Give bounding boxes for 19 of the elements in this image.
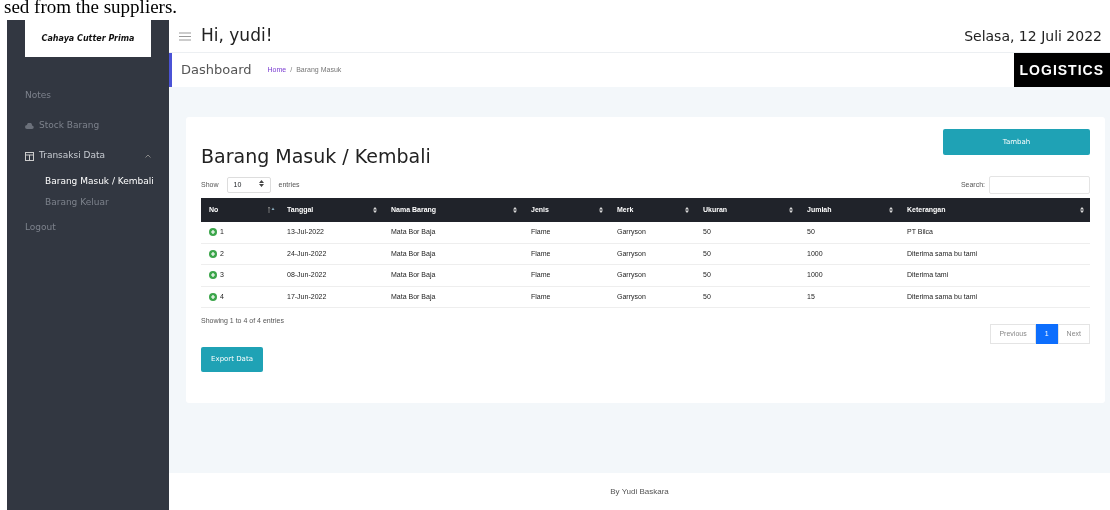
expand-icon[interactable] — [209, 271, 217, 280]
menu-icon[interactable] — [179, 31, 191, 41]
card-title: Barang Masuk / Kembali — [201, 145, 431, 168]
page-heading: Dashboard — [181, 61, 252, 80]
date-text: Selasa, 12 Juli 2022 — [964, 26, 1102, 46]
expand-icon[interactable] — [209, 292, 217, 301]
sidebar-item[interactable]: Transaksi Data — [7, 141, 169, 171]
expand-icon[interactable] — [209, 249, 217, 258]
search-field[interactable] — [989, 175, 1090, 194]
cloud-icon — [25, 123, 34, 129]
greeting: Hi, yudi! — [201, 24, 273, 48]
select-arrows-icon — [258, 179, 264, 187]
sidebar-subitem[interactable]: Barang Masuk / Kembali — [7, 171, 169, 192]
brand-logo: Cahaya Cutter Prima — [25, 20, 151, 57]
expand-icon[interactable] — [209, 228, 217, 237]
chevron-icon[interactable] — [145, 154, 151, 158]
footer-text: By Yudi Baskara — [610, 485, 669, 498]
table-icon — [25, 151, 34, 161]
logo: LOGISTICS — [1013, 53, 1110, 87]
